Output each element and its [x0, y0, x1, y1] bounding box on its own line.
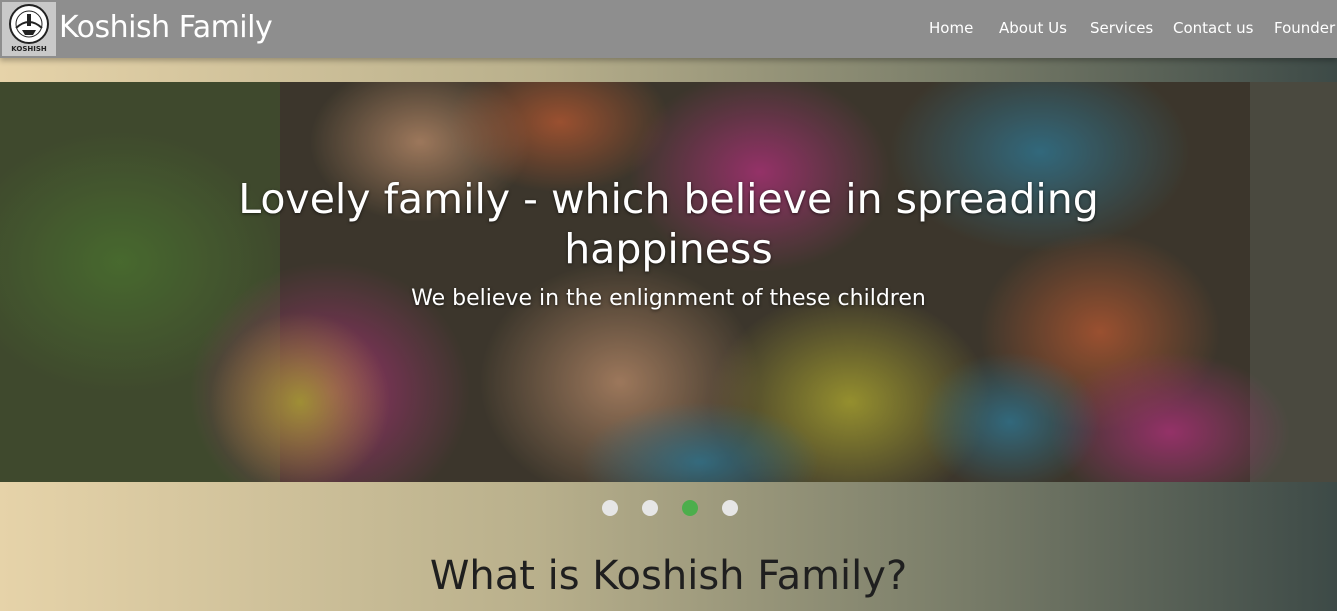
carousel-dot-2[interactable]	[642, 500, 658, 516]
koshish-logo[interactable]: KOSHISH	[2, 2, 56, 56]
hero-subtitle: We believe in the enlignment of these ch…	[411, 286, 926, 311]
section-heading: What is Koshish Family?	[429, 553, 908, 599]
nav-founder[interactable]: Founder	[1274, 0, 1335, 56]
hero-carousel[interactable]: Lovely family - which believe in spreadi…	[0, 82, 1337, 482]
nav-services[interactable]: Services	[1090, 0, 1153, 56]
carousel-dot-3[interactable]	[682, 500, 698, 516]
hero-title: Lovely family - which believe in spreadi…	[238, 175, 1099, 273]
nav-home[interactable]: Home	[929, 0, 973, 56]
brand-name[interactable]: Koshish Family	[59, 10, 273, 45]
nav-contact-us[interactable]: Contact us	[1173, 0, 1253, 56]
logo-text: KOSHISH	[11, 45, 47, 53]
carousel-dot-1[interactable]	[602, 500, 618, 516]
navbar: KOSHISH Koshish Family Home About Us Ser…	[0, 0, 1337, 58]
carousel-indicators	[0, 500, 1337, 516]
hero-photo	[0, 82, 1337, 482]
nav-about-us[interactable]: About Us	[999, 0, 1067, 56]
carousel-dot-4[interactable]	[722, 500, 738, 516]
